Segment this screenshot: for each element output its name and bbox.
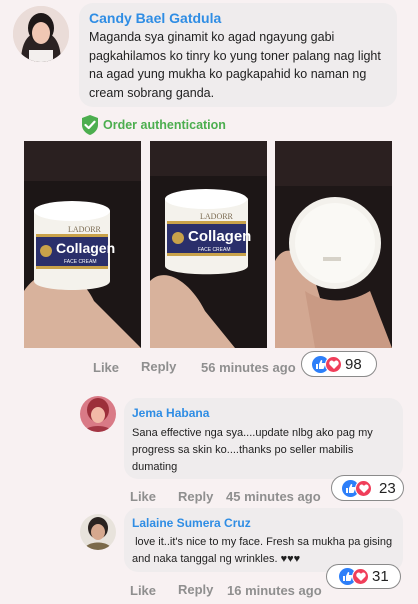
reply-bubble: Lalaine Sumera Cruz love it..it's nice t…	[124, 508, 403, 572]
review-photo-3[interactable]	[275, 141, 392, 348]
jar-sub-label-1: FACE CREAM	[64, 259, 97, 265]
love-reaction-icon	[352, 568, 369, 585]
jar-sub-label-2: FACE CREAM	[198, 247, 231, 253]
reply-author[interactable]: Lalaine Sumera Cruz	[132, 516, 251, 530]
reply-text: love it..it's nice to my face. Fresh sa …	[132, 536, 396, 565]
reaction-count: 23	[379, 479, 396, 497]
like-button[interactable]: Like	[93, 360, 119, 375]
jar-brand-label-2: LADORR	[200, 212, 234, 221]
reaction-count-pill[interactable]: 98	[301, 351, 377, 377]
reply-time: 16 minutes ago	[227, 583, 322, 598]
reply-avatar[interactable]	[80, 396, 116, 432]
review-photo-1[interactable]: LADORR Collagen FACE CREAM	[24, 141, 141, 348]
reply-button[interactable]: Reply	[178, 489, 213, 504]
reply-author[interactable]: Jema Habana	[132, 406, 209, 420]
order-authentication-label: Order authentication	[103, 118, 226, 132]
jar-brand-label-1: LADORR	[68, 225, 102, 234]
reply-avatar[interactable]	[80, 514, 116, 550]
reply-bubble: Jema Habana Sana effective nga sya....up…	[124, 398, 403, 479]
reply-button[interactable]: Reply	[141, 359, 176, 374]
avatar[interactable]	[13, 6, 69, 62]
reply-time: 45 minutes ago	[226, 489, 321, 504]
reaction-count-pill[interactable]: 23	[331, 475, 404, 501]
like-button[interactable]: Like	[130, 583, 156, 598]
reply-text: Sana effective nga sya....update nlbg ak…	[132, 427, 373, 473]
jar-product-label-1: Collagen	[56, 240, 115, 256]
like-button[interactable]: Like	[130, 489, 156, 504]
verified-shield-icon	[82, 115, 98, 135]
reply-button[interactable]: Reply	[178, 582, 213, 597]
comment-bubble: Candy Bael Gatdula Maganda sya ginamit k…	[79, 3, 397, 107]
reaction-count: 98	[345, 355, 362, 373]
comment-author[interactable]: Candy Bael Gatdula	[89, 10, 221, 26]
love-reaction-icon	[355, 479, 372, 497]
comment-time: 56 minutes ago	[201, 360, 296, 375]
review-photo-2[interactable]: LADORR Collagen FACE CREAM	[150, 141, 267, 348]
order-authentication-badge: Order authentication	[80, 114, 226, 136]
jar-product-label-2: Collagen	[188, 228, 251, 245]
reaction-count-pill[interactable]: 31	[326, 564, 401, 589]
love-reaction-icon	[325, 355, 342, 373]
comment-text: Maganda sya ginamit ko agad ngayung gabi…	[89, 30, 381, 100]
reaction-count: 31	[372, 568, 389, 585]
